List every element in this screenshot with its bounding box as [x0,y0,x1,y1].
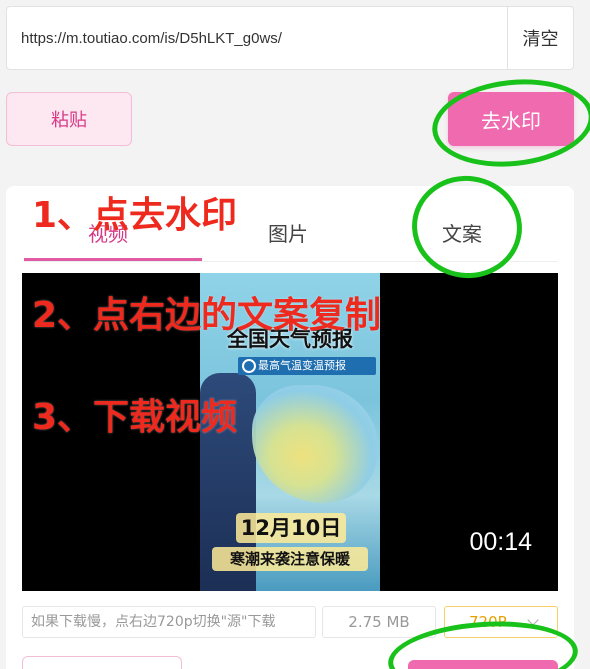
file-size: 2.75 MB [322,606,436,638]
url-input[interactable]: https://m.toutiao.com/is/D5hLKT_g0ws/ [7,7,507,69]
weather-map [252,385,378,503]
video-frame-banner: 最高气温变温预报 [238,357,376,375]
video-frame-date: 12月10日 [236,513,346,543]
annotation-step-2: 2、点右边的文案复制 [32,295,382,336]
paste-button[interactable]: 粘贴 [6,92,132,146]
video-duration: 00:14 [469,528,532,556]
download-tip: 如果下载慢，点右边720p切换"源"下载 [22,606,316,638]
annotation-circle-remove-watermark [427,71,590,175]
video-frame-subtitle: 寒潮来袭注意保暖 [212,547,368,571]
secondary-action-button[interactable] [22,656,182,669]
annotation-step-3: 3、下载视频 [32,397,238,438]
url-bar: https://m.toutiao.com/is/D5hLKT_g0ws/ 清空 [6,6,574,70]
clear-button[interactable]: 清空 [507,7,573,69]
tab-image[interactable]: 图片 [268,218,308,247]
annotation-step-1: 1、点去水印 [32,195,238,236]
weather-logo-icon [242,359,256,373]
